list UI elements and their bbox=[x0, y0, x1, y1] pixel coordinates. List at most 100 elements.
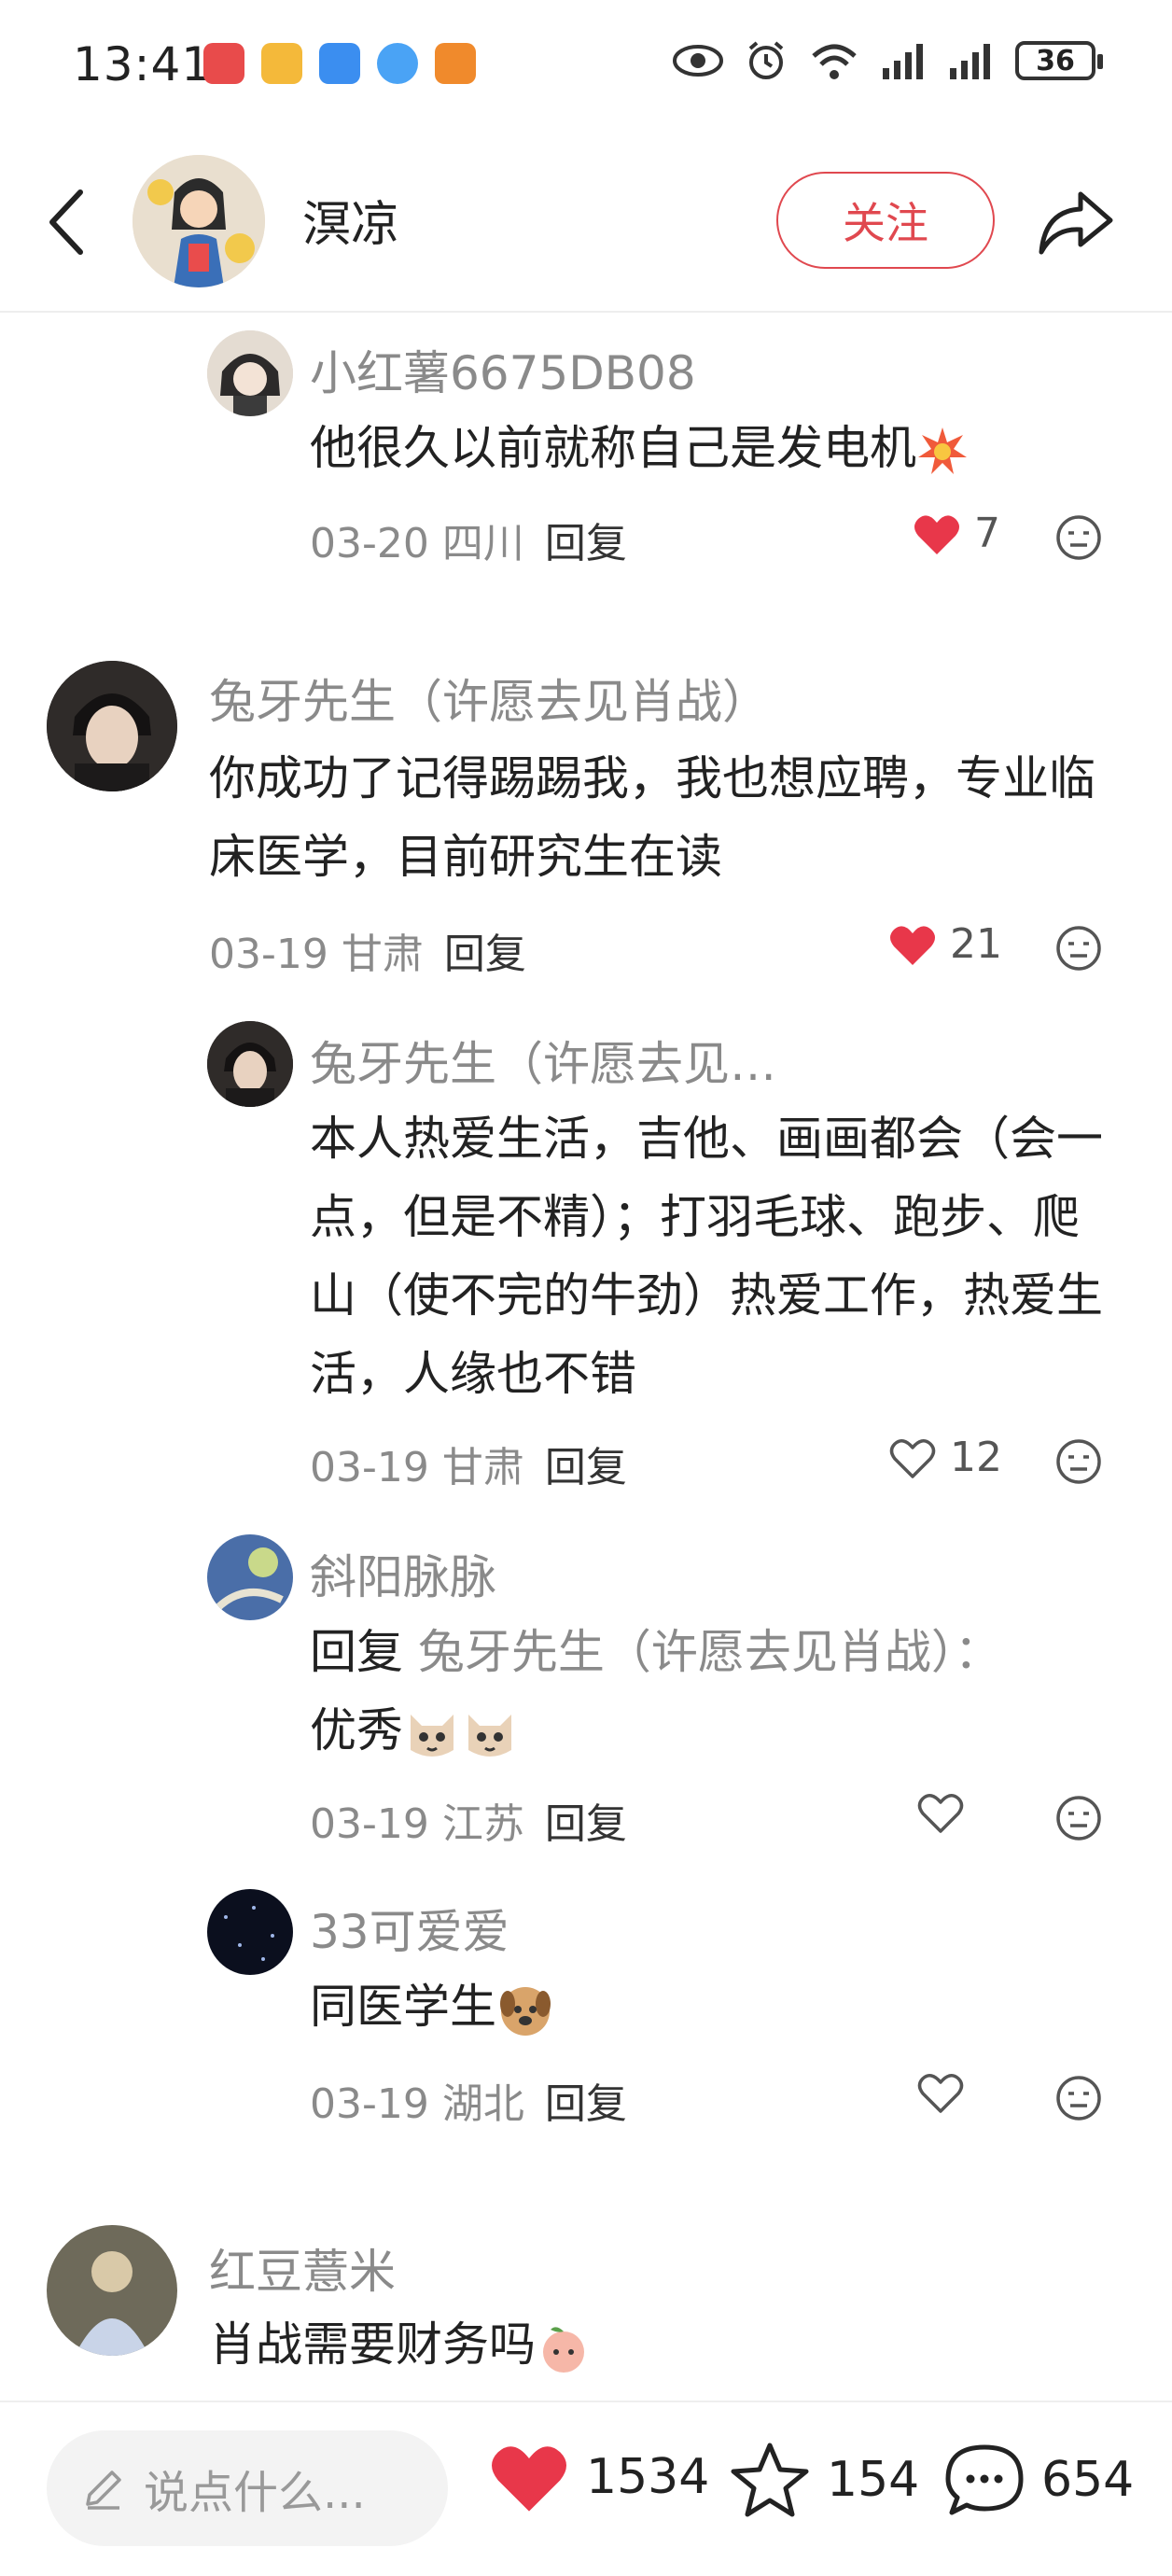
cloud-icon bbox=[319, 43, 360, 84]
dislike-face-icon[interactable] bbox=[1054, 1437, 1103, 1486]
reply-button[interactable]: 回复 bbox=[545, 1444, 627, 1491]
comment-text: 肖战需要财务吗 bbox=[209, 2305, 1123, 2384]
heart-filled-icon bbox=[492, 2446, 566, 2512]
heart-filled-icon bbox=[914, 514, 959, 554]
comment-text: 本人热爱生活，吉他、画画都会（会一点，但是不精）；打羽毛球、跑步、爬山（使不完的… bbox=[310, 1112, 1103, 1401]
like-button[interactable] bbox=[916, 2070, 965, 2115]
eye-icon bbox=[673, 45, 723, 77]
comment-input[interactable]: 说点什么... bbox=[47, 2430, 448, 2546]
dislike-face-icon[interactable] bbox=[1054, 924, 1103, 973]
explosion-emoji-icon bbox=[918, 427, 967, 474]
shop-icon bbox=[435, 43, 476, 84]
notification-icons bbox=[203, 43, 476, 84]
cat-emoji-icon bbox=[468, 1714, 511, 1757]
comment-username[interactable]: 斜阳脉脉 bbox=[310, 1540, 496, 1607]
reply-button[interactable]: 回复 bbox=[444, 931, 526, 978]
comment-username[interactable]: 33可爱爱 bbox=[310, 1895, 509, 1962]
comment-meta: 03-19 湖北 回复 bbox=[310, 2070, 627, 2130]
heart-outline-icon bbox=[917, 1794, 964, 1833]
comment-username[interactable]: 兔牙先生（许愿去见肖战） bbox=[209, 665, 769, 732]
pencil-icon bbox=[86, 2471, 121, 2510]
comment-text-content: 同医学生 bbox=[310, 1980, 496, 2034]
comment-text: 同医学生 bbox=[310, 1967, 1122, 2046]
dislike-face-icon[interactable] bbox=[1054, 513, 1103, 562]
like-count: 7 bbox=[974, 510, 1000, 557]
like-button[interactable]: 21 bbox=[888, 920, 1002, 968]
user-avatar[interactable] bbox=[207, 330, 293, 416]
comment-text-content: 肖战需要财务吗 bbox=[209, 2317, 536, 2372]
user-avatar[interactable] bbox=[207, 1534, 293, 1620]
comment-date-location: 03-19 甘肃 bbox=[209, 931, 424, 978]
reply-button[interactable]: 回复 bbox=[545, 2080, 627, 2128]
heart-filled-icon bbox=[890, 925, 935, 965]
reply-to-user[interactable]: 兔牙先生（许愿去见肖战）： bbox=[418, 1625, 1001, 1679]
dislike-face-icon[interactable] bbox=[1054, 1794, 1103, 1842]
reply-button[interactable]: 回复 bbox=[545, 520, 627, 567]
bottom-action-bar: 说点什么... 1534 154 654 bbox=[0, 2401, 1172, 2576]
comment-item: 兔牙先生（许愿去见肖战） 你成功了记得踢踢我，我也想应聘，专业临床医学，目前研究… bbox=[0, 653, 1172, 1008]
post-like-count: 1534 bbox=[586, 2449, 710, 2505]
comment-text: 你成功了记得踢踢我，我也想应聘，专业临床医学，目前研究生在读 bbox=[209, 751, 1095, 884]
wifi-icon bbox=[812, 44, 857, 79]
signal-icon-1 bbox=[883, 44, 923, 79]
like-button[interactable]: 12 bbox=[888, 1434, 1002, 1481]
heart-outline-icon bbox=[889, 1438, 936, 1478]
comment-date-location: 03-19 江苏 bbox=[310, 1800, 524, 1848]
status-time: 13:41 bbox=[73, 37, 213, 91]
weibo-icon bbox=[261, 43, 302, 84]
like-post-button[interactable]: 1534 bbox=[487, 2440, 709, 2514]
star-icon bbox=[731, 2443, 809, 2517]
app-notification-icon bbox=[203, 43, 244, 84]
heart-outline-icon bbox=[917, 2074, 964, 2113]
comment-meta: 03-19 甘肃 回复 bbox=[209, 920, 526, 980]
like-count: 21 bbox=[950, 920, 1002, 968]
post-comment-count: 654 bbox=[1041, 2452, 1135, 2508]
user-avatar[interactable] bbox=[207, 1021, 293, 1107]
peach-emoji-icon bbox=[543, 2326, 584, 2373]
comment-meta: 03-20 四川 回复 bbox=[310, 510, 627, 569]
post-star-count: 154 bbox=[827, 2452, 920, 2508]
input-placeholder: 说点什么... bbox=[144, 2467, 366, 2519]
comment-date-location: 03-20 四川 bbox=[310, 520, 524, 567]
reply-button[interactable]: 回复 bbox=[545, 1800, 627, 1848]
dislike-face-icon[interactable] bbox=[1054, 2074, 1103, 2122]
system-icons: 36 bbox=[672, 39, 1103, 82]
comment-username[interactable]: 小红薯6675DB08 bbox=[310, 336, 696, 403]
comment-item: 小红薯6675DB08 他很久以前就称自己是发电机 03-20 四川 回复 7 bbox=[0, 327, 1172, 579]
comment-meta: 03-19 甘肃 回复 bbox=[310, 1434, 627, 1493]
comment-username[interactable]: 兔牙先生（许愿去见… bbox=[310, 1027, 776, 1094]
comment-count-button[interactable]: 654 bbox=[942, 2440, 1134, 2520]
post-header: 溟凉 关注 bbox=[0, 140, 1172, 313]
comment-text-content: 优秀 bbox=[310, 1703, 403, 1757]
comment-date-location: 03-19 湖北 bbox=[310, 2080, 524, 2128]
back-arrow-icon[interactable] bbox=[43, 185, 90, 259]
comment-text: 他很久以前就称自己是发电机 bbox=[310, 409, 1112, 487]
status-bar: 13:41 36 bbox=[0, 0, 1172, 131]
comment-meta: 03-19 江苏 回复 bbox=[310, 1790, 627, 1850]
user-avatar[interactable] bbox=[47, 2225, 177, 2356]
like-button[interactable]: 7 bbox=[913, 510, 1000, 557]
comment-item: 33可爱爱 同医学生 03-19 湖北 回复 bbox=[0, 1885, 1172, 2128]
comment-item: 红豆薏米 肖战需要财务吗 bbox=[0, 2221, 1172, 2399]
share-icon[interactable] bbox=[1034, 181, 1118, 265]
comment-bubble-icon bbox=[945, 2444, 1024, 2515]
user-avatar[interactable] bbox=[47, 661, 177, 791]
cat-emoji-icon bbox=[411, 1714, 453, 1757]
battery-indicator: 36 bbox=[1015, 41, 1103, 80]
reply-prefix: 回复 bbox=[310, 1625, 403, 1679]
author-name[interactable]: 溟凉 bbox=[302, 185, 399, 255]
comment-text: 回复 兔牙先生（许愿去见肖战）： 优秀 bbox=[310, 1613, 1122, 1770]
user-avatar[interactable] bbox=[207, 1889, 293, 1975]
like-count: 12 bbox=[950, 1434, 1002, 1481]
alarm-icon bbox=[748, 41, 784, 79]
author-avatar[interactable] bbox=[133, 155, 265, 287]
signal-icon-2 bbox=[950, 44, 990, 79]
comment-item: 斜阳脉脉 回复 兔牙先生（许愿去见肖战）： 优秀 03-19 江苏 回复 bbox=[0, 1531, 1172, 1848]
follow-button[interactable]: 关注 bbox=[776, 172, 995, 269]
comment-username[interactable]: 红豆薏米 bbox=[209, 2234, 396, 2302]
like-button[interactable] bbox=[916, 1790, 965, 1835]
dog-emoji-icon bbox=[500, 1986, 551, 2036]
browser-icon bbox=[377, 43, 418, 84]
comment-item: 兔牙先生（许愿去见… 本人热爱生活，吉他、画画都会（会一点，但是不精）；打羽毛球… bbox=[0, 1017, 1172, 1521]
collect-button[interactable]: 154 bbox=[728, 2440, 919, 2520]
